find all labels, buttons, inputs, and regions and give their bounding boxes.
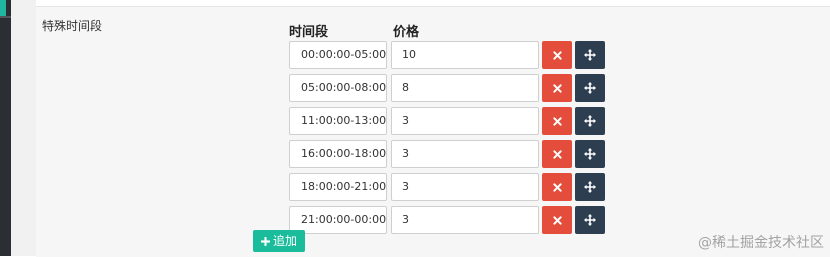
move-arrows-icon	[584, 148, 596, 160]
column-header-time: 时间段	[289, 25, 329, 40]
watermark: @稀土掘金技术社区	[698, 235, 824, 251]
price-input[interactable]: 3	[391, 206, 539, 234]
delete-row-button[interactable]	[542, 206, 572, 234]
time-range-input[interactable]: 16:00:00-18:00:	[289, 140, 387, 168]
add-row-label: 追加	[273, 234, 298, 248]
move-arrows-icon	[584, 82, 596, 94]
time-price-row: 11:00:00-13:00: 3	[289, 107, 639, 135]
special-time-settings-panel: 特殊时间段 时间段 价格 00:00:00-05:00: 10 05:00:00…	[36, 6, 830, 257]
close-icon	[552, 182, 562, 192]
sidebar-divider	[0, 16, 11, 18]
delete-row-button[interactable]	[542, 140, 572, 168]
close-icon	[552, 215, 562, 225]
sidebar-active-indicator	[0, 0, 6, 16]
delete-row-button[interactable]	[542, 74, 572, 102]
move-row-button[interactable]	[575, 74, 605, 102]
move-row-button[interactable]	[575, 173, 605, 201]
time-price-row: 18:00:00-21:00: 3	[289, 173, 639, 201]
close-icon	[552, 149, 562, 159]
price-input[interactable]: 3	[391, 140, 539, 168]
add-row-button[interactable]: 追加	[253, 230, 306, 252]
price-input[interactable]: 8	[391, 74, 539, 102]
time-range-input[interactable]: 18:00:00-21:00:	[289, 173, 387, 201]
move-arrows-icon	[584, 214, 596, 226]
move-row-button[interactable]	[575, 140, 605, 168]
content-gutter	[11, 0, 36, 256]
column-header-price: 价格	[393, 25, 420, 40]
price-input[interactable]: 3	[391, 107, 539, 135]
price-input[interactable]: 3	[391, 173, 539, 201]
plus-icon	[261, 236, 270, 246]
time-price-row: 05:00:00-08:00: 8	[289, 74, 639, 102]
close-icon	[552, 83, 562, 93]
time-price-row: 21:00:00-00:00: 3	[289, 206, 639, 234]
time-range-input[interactable]: 00:00:00-05:00:	[289, 41, 387, 69]
delete-row-button[interactable]	[542, 173, 572, 201]
sidebar-edge	[0, 0, 11, 256]
move-row-button[interactable]	[575, 107, 605, 135]
price-input[interactable]: 10	[391, 41, 539, 69]
section-label: 特殊时间段	[42, 19, 103, 33]
move-arrows-icon	[584, 49, 596, 61]
move-arrows-icon	[584, 181, 596, 193]
time-price-row: 00:00:00-05:00: 10	[289, 41, 639, 69]
delete-row-button[interactable]	[542, 107, 572, 135]
move-row-button[interactable]	[575, 206, 605, 234]
move-arrows-icon	[584, 115, 596, 127]
time-range-input[interactable]: 11:00:00-13:00:	[289, 107, 387, 135]
move-row-button[interactable]	[575, 41, 605, 69]
time-price-row: 16:00:00-18:00: 3	[289, 140, 639, 168]
time-range-input[interactable]: 05:00:00-08:00:	[289, 74, 387, 102]
close-icon	[552, 116, 562, 126]
delete-row-button[interactable]	[542, 41, 572, 69]
close-icon	[552, 50, 562, 60]
